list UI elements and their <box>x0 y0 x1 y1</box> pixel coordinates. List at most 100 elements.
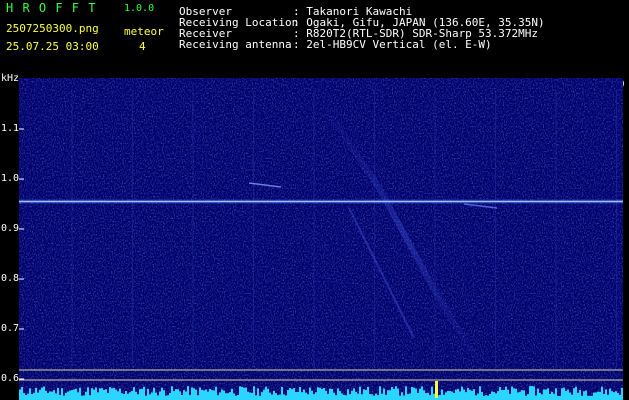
band-bar <box>261 392 263 400</box>
band-bar <box>231 388 233 400</box>
band-bar <box>607 394 609 400</box>
band-bar <box>171 386 173 400</box>
app-version: 1.0.0 <box>124 3 155 14</box>
band-bar <box>95 387 97 400</box>
band-bar <box>377 395 379 400</box>
band-bar <box>121 393 123 400</box>
band-bar <box>297 391 299 400</box>
band-bar <box>201 389 203 400</box>
band-bar <box>581 395 583 400</box>
band-bar <box>157 395 159 400</box>
band-bar <box>117 391 119 400</box>
band-bar <box>465 392 467 400</box>
band-bar <box>45 390 47 400</box>
band-bar <box>197 395 199 400</box>
band-bar <box>519 391 521 400</box>
band-bar <box>39 389 41 400</box>
band-bar <box>421 386 423 400</box>
band-bar <box>397 388 399 400</box>
band-bar <box>247 391 249 400</box>
band-bar <box>315 392 317 400</box>
band-bar <box>153 387 155 400</box>
band-bar <box>105 389 107 400</box>
band-bar <box>177 389 179 400</box>
band-bar <box>371 394 373 400</box>
band-bar <box>509 393 511 400</box>
band-bar <box>469 389 471 400</box>
band-bar <box>195 389 197 400</box>
y-axis-label: kHz <box>1 73 20 84</box>
band-bar <box>317 387 319 400</box>
band-bar <box>549 393 551 400</box>
band-bar <box>67 391 69 400</box>
band-bar <box>149 394 151 400</box>
band-bar <box>529 386 531 400</box>
band-bar <box>351 390 353 400</box>
band-bar <box>609 388 611 400</box>
band-bar <box>539 392 541 400</box>
band-bar <box>561 388 563 400</box>
band-bar <box>369 394 371 400</box>
band-bar <box>55 393 57 400</box>
band-bar <box>311 390 313 400</box>
band-bar <box>579 389 581 400</box>
band-bar <box>407 394 409 400</box>
band-bar <box>187 386 189 400</box>
band-bar <box>511 386 513 400</box>
band-bar <box>475 395 477 400</box>
band-bar <box>143 386 145 400</box>
band-bar <box>495 393 497 400</box>
band-bar <box>541 394 543 400</box>
band-bar <box>337 388 339 400</box>
band-bar <box>145 395 147 400</box>
band-bar <box>127 393 129 400</box>
band-bar <box>199 387 201 400</box>
meteor-label: meteor <box>124 25 164 38</box>
band-bar <box>333 392 335 400</box>
band-bar <box>51 391 53 400</box>
band-bar <box>343 394 345 400</box>
band-bar <box>209 388 211 400</box>
band-bar <box>205 389 207 400</box>
band-bar <box>417 392 419 400</box>
band-bar <box>341 393 343 400</box>
band-bar <box>275 393 277 400</box>
band-bar <box>173 391 175 400</box>
band-bar <box>309 387 311 400</box>
band-bar <box>525 395 527 400</box>
y-tick-label: 1.0 <box>1 173 20 184</box>
band-bar <box>621 387 623 400</box>
band-bar <box>459 391 461 400</box>
band-bar <box>527 394 529 400</box>
spectrum-noise <box>19 78 623 400</box>
band-bar <box>227 393 229 400</box>
band-bar <box>365 390 367 400</box>
band-bar <box>603 394 605 400</box>
band-bar <box>479 386 481 400</box>
band-bar <box>553 393 555 400</box>
band-bar <box>319 387 321 400</box>
band-bar <box>287 390 289 400</box>
band-bar <box>53 390 55 400</box>
band-bar <box>259 395 261 400</box>
band-bar <box>303 389 305 400</box>
band-bar <box>321 388 323 400</box>
band-bar <box>21 386 23 400</box>
band-bar <box>257 388 259 400</box>
band-bar <box>587 395 589 400</box>
signal-spike <box>435 381 438 398</box>
band-bar <box>393 388 395 400</box>
band-bar <box>389 390 391 400</box>
band-bar <box>211 390 213 400</box>
band-bar <box>617 393 619 400</box>
band-bar <box>441 389 443 400</box>
band-bar <box>175 389 177 400</box>
band-bar <box>545 389 547 400</box>
band-bar <box>291 389 293 400</box>
band-bar <box>615 391 617 400</box>
band-bar <box>497 391 499 400</box>
band-bar <box>567 389 569 400</box>
band-bar <box>451 391 453 400</box>
band-bar <box>593 392 595 400</box>
band-bar <box>283 394 285 400</box>
